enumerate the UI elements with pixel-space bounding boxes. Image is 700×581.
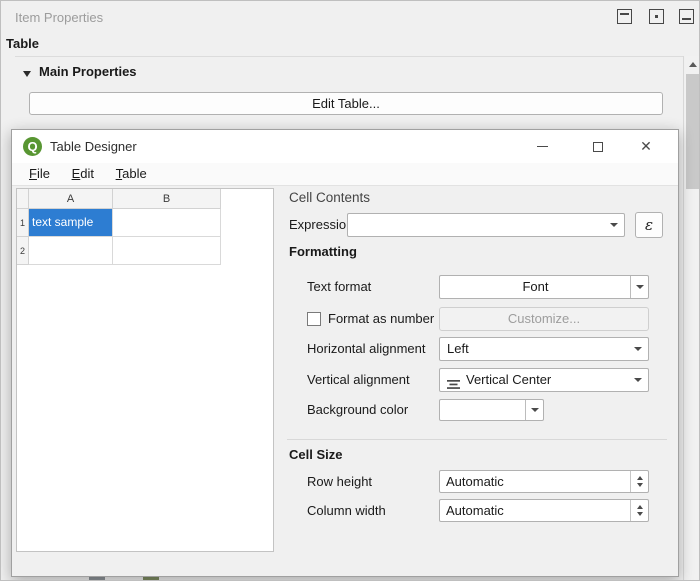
toolbar-icon-3[interactable] <box>679 9 694 24</box>
cell-b1[interactable] <box>113 209 221 237</box>
horizontal-alignment-combobox[interactable]: Left <box>439 337 649 361</box>
dialog-title: Table Designer <box>50 130 137 163</box>
qgis-logo-icon: Q <box>23 137 42 156</box>
scrollbar-thumb[interactable] <box>686 74 700 189</box>
text-format-value: Font <box>522 279 548 294</box>
background-color-dropdown[interactable] <box>525 400 543 420</box>
spreadsheet: A B 1 2 text sample <box>16 188 274 552</box>
expression-label: Expression <box>289 213 353 237</box>
background-color-label: Background color <box>307 398 408 422</box>
cell-a1[interactable]: text sample <box>29 209 113 237</box>
vertical-alignment-label: Vertical alignment <box>307 368 410 392</box>
vertical-center-icon <box>447 375 460 397</box>
chevron-down-icon <box>634 347 642 351</box>
panel-frame-line <box>15 56 683 57</box>
menubar: File Edit Table <box>12 163 678 186</box>
horizontal-alignment-label: Horizontal alignment <box>307 337 426 361</box>
column-width-spin-buttons[interactable] <box>630 500 648 521</box>
menu-edit[interactable]: Edit <box>63 163 103 185</box>
spin-down-icon <box>637 483 643 487</box>
text-format-dropdown[interactable] <box>630 276 648 298</box>
chevron-down-icon <box>531 408 539 412</box>
column-width-value: Automatic <box>446 503 504 518</box>
row-height-label: Row height <box>307 470 372 494</box>
menu-table[interactable]: Table <box>107 163 156 185</box>
dialog-titlebar[interactable]: Q Table Designer ✕ <box>12 130 678 163</box>
scroll-up-icon <box>689 62 697 67</box>
chevron-down-icon <box>634 378 642 382</box>
close-button[interactable]: ✕ <box>628 130 664 163</box>
minimize-icon <box>537 146 548 147</box>
main-properties-header[interactable]: Main Properties <box>39 64 137 79</box>
row-height-spinbox[interactable]: Automatic <box>439 470 649 493</box>
panel-scroll-divider <box>683 56 684 581</box>
horizontal-alignment-value: Left <box>447 341 469 356</box>
row-height-value: Automatic <box>446 474 504 489</box>
cell-b2[interactable] <box>113 237 221 265</box>
toolbar-icon-1[interactable] <box>617 9 632 24</box>
expression-combobox[interactable] <box>347 213 625 237</box>
table-designer-dialog: Q Table Designer ✕ File Edit Table A B 1… <box>11 129 679 577</box>
formatting-header: Formatting <box>289 244 357 259</box>
cell-a2[interactable] <box>29 237 113 265</box>
expression-builder-button[interactable]: ε <box>635 212 663 238</box>
row-header-1[interactable]: 1 <box>17 209 29 237</box>
spin-down-icon <box>637 512 643 516</box>
toolbar-icon-2[interactable] <box>649 9 664 24</box>
column-width-label: Column width <box>307 499 386 523</box>
row-header-2[interactable]: 2 <box>17 237 29 265</box>
cell-size-header: Cell Size <box>289 447 342 462</box>
vertical-alignment-combobox[interactable]: Vertical Center <box>439 368 649 392</box>
format-as-number-label[interactable]: Format as number <box>328 307 434 331</box>
panel-scrollbar[interactable] <box>685 56 700 581</box>
maximize-button[interactable] <box>580 130 616 163</box>
customize-button: Customize... <box>439 307 649 331</box>
spin-up-icon <box>637 505 643 509</box>
collapse-arrow-icon[interactable] <box>23 71 31 77</box>
item-properties-panel: Item Properties Table Main Properties Ed… <box>0 0 700 581</box>
chevron-down-icon <box>636 285 644 289</box>
maximize-icon <box>593 142 603 152</box>
chevron-down-icon <box>610 223 618 227</box>
row-height-spin-buttons[interactable] <box>630 471 648 492</box>
spin-up-icon <box>637 476 643 480</box>
column-header-a[interactable]: A <box>29 189 113 209</box>
scroll-up-button[interactable] <box>685 56 700 73</box>
sheet-corner[interactable] <box>17 189 29 209</box>
panel-title: Item Properties <box>15 10 103 25</box>
edit-table-button[interactable]: Edit Table... <box>29 92 663 115</box>
minimize-button[interactable] <box>524 130 560 163</box>
format-as-number-checkbox[interactable] <box>307 312 321 326</box>
column-width-spinbox[interactable]: Automatic <box>439 499 649 522</box>
item-type-label: Table <box>6 36 39 51</box>
text-format-label: Text format <box>307 275 371 299</box>
text-format-button[interactable]: Font <box>439 275 649 299</box>
vertical-alignment-value: Vertical Center <box>466 372 551 387</box>
menu-file[interactable]: File <box>20 163 59 185</box>
section-divider <box>287 439 667 440</box>
column-header-b[interactable]: B <box>113 189 221 209</box>
cell-contents-header: Cell Contents <box>289 190 370 205</box>
background-color-button[interactable] <box>439 399 544 421</box>
